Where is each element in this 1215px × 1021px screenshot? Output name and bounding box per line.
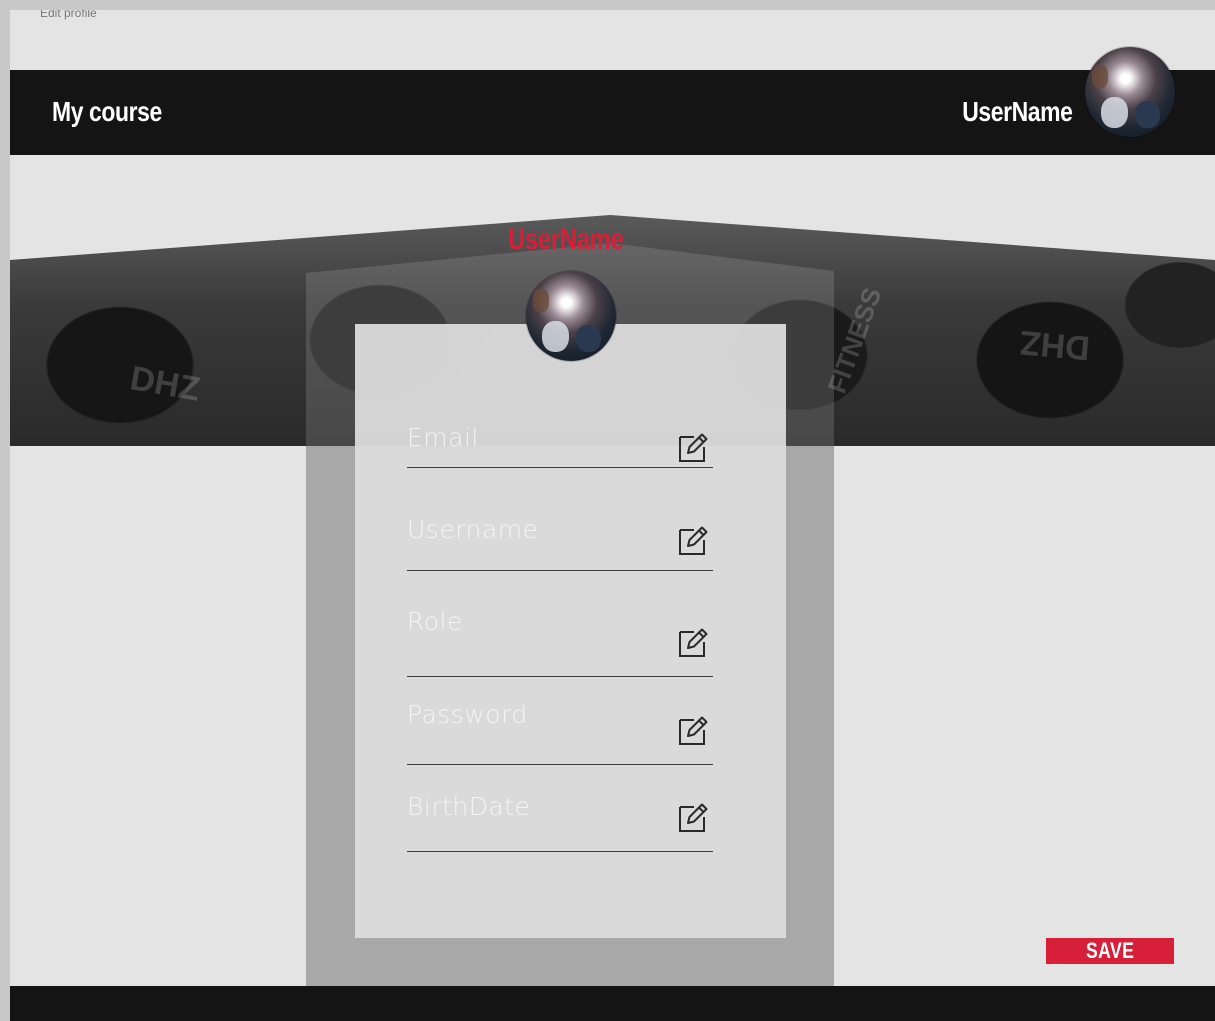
password-input[interactable] <box>407 700 667 729</box>
pencil-edit-icon[interactable] <box>677 430 711 464</box>
email-input[interactable] <box>407 423 667 452</box>
role-field <box>407 605 713 677</box>
header-avatar[interactable] <box>1085 47 1175 137</box>
profile-avatar[interactable] <box>526 271 616 361</box>
save-button[interactable]: SAVE <box>1046 938 1174 964</box>
app-frame: Edit profile My course UserName DHZ DHZ … <box>10 10 1215 1021</box>
role-input[interactable] <box>407 607 667 636</box>
window-title: Edit profile <box>40 10 97 20</box>
header-username[interactable]: UserName <box>963 96 1074 128</box>
username-field <box>407 513 713 571</box>
brand-link[interactable]: My course <box>52 96 162 128</box>
birthdate-field <box>407 790 713 852</box>
pencil-edit-icon[interactable] <box>677 713 711 747</box>
birthdate-input[interactable] <box>407 792 667 821</box>
save-button-label: SAVE <box>1085 938 1135 963</box>
username-input[interactable] <box>407 515 667 544</box>
password-field <box>407 698 713 765</box>
pencil-edit-icon[interactable] <box>677 625 711 659</box>
email-field <box>407 421 713 468</box>
pencil-edit-icon[interactable] <box>677 800 711 834</box>
profile-username: UserName <box>508 223 624 256</box>
pencil-edit-icon[interactable] <box>677 523 711 557</box>
top-navigation-bar: My course UserName <box>10 70 1215 155</box>
footer-bar <box>10 986 1215 1021</box>
